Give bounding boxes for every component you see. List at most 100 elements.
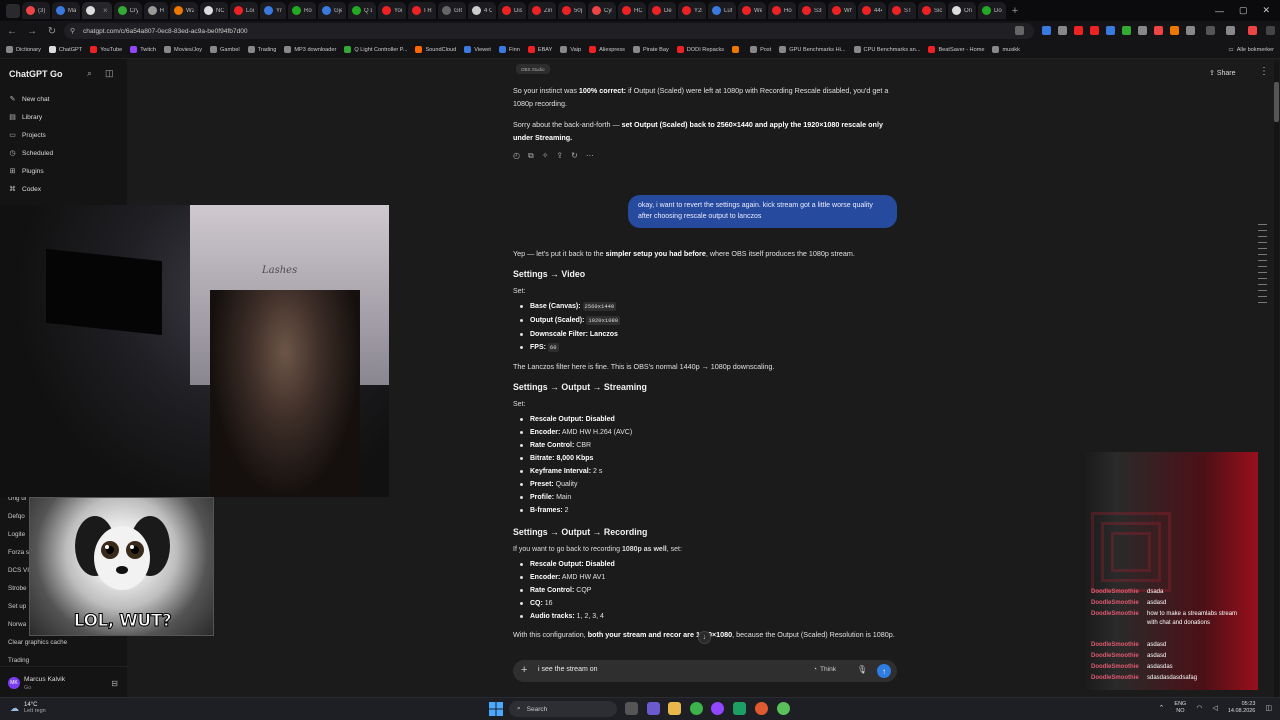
- page-scrollbar[interactable]: [1274, 60, 1279, 700]
- extension-icon[interactable]: [1154, 26, 1163, 35]
- bookmark[interactable]: YouTube: [90, 46, 122, 53]
- extension-icon[interactable]: [1074, 26, 1083, 35]
- back-icon[interactable]: ←: [4, 23, 20, 39]
- extension-icon[interactable]: [1186, 26, 1195, 35]
- recent-chat[interactable]: Clear graphics cache: [8, 639, 67, 646]
- sidebar-item-plugins[interactable]: ⊞ Plugins: [8, 167, 44, 176]
- site-info-icon[interactable]: ⚲: [70, 27, 78, 35]
- share-icon[interactable]: ⇪: [556, 151, 563, 161]
- maximize-icon[interactable]: ▢: [1239, 5, 1248, 16]
- extension-icon[interactable]: [1248, 26, 1257, 35]
- file-explorer-icon[interactable]: [668, 702, 681, 715]
- sidebar-item-projects[interactable]: ▭ Projects: [8, 131, 46, 140]
- extension-icon[interactable]: [1090, 26, 1099, 35]
- sidebar-item-scheduled[interactable]: ◷ Scheduled: [8, 149, 53, 158]
- bookmark[interactable]: EBAY: [527, 46, 552, 53]
- extension-icon[interactable]: [1122, 26, 1131, 35]
- browser-tab[interactable]: Roc: [288, 2, 317, 19]
- profile-icon[interactable]: [1226, 26, 1235, 35]
- start-button[interactable]: [489, 702, 503, 716]
- browser-tab[interactable]: (3) I: [22, 2, 50, 19]
- sidebar-item-library[interactable]: ▤ Library: [8, 113, 42, 122]
- bookmark[interactable]: SoundCloud: [415, 46, 456, 53]
- browser-tab[interactable]: I Re: [408, 2, 437, 19]
- wifi-icon[interactable]: ◠: [1196, 704, 1202, 712]
- puzzle-icon[interactable]: [1206, 26, 1215, 35]
- bookmark[interactable]: Finn: [498, 46, 520, 53]
- browser-tab[interactable]: Onl: [948, 2, 977, 19]
- tray-chevron-icon[interactable]: ⌃: [1159, 704, 1165, 712]
- tab-actions-icon[interactable]: [6, 3, 20, 18]
- bookmark-star-icon[interactable]: [1015, 26, 1024, 35]
- bookmark[interactable]: Gambel: [210, 46, 240, 53]
- think-button[interactable]: ◔ Think: [813, 666, 836, 673]
- bookmark[interactable]: musikk: [992, 46, 1020, 53]
- extension-icon[interactable]: [1138, 26, 1147, 35]
- minimize-icon[interactable]: —: [1215, 6, 1224, 16]
- recent-chat[interactable]: Trading: [8, 657, 29, 664]
- thumbs-icon[interactable]: ✧: [542, 151, 549, 161]
- bookmark[interactable]: Q Light Controller P...: [344, 46, 407, 53]
- chrome-icon[interactable]: [690, 702, 703, 715]
- browser-tab[interactable]: Hou: [768, 2, 797, 19]
- source-chip[interactable]: OBS Studio: [516, 64, 550, 74]
- browser-tab[interactable]: NÖ: [200, 2, 229, 19]
- regenerate-icon[interactable]: ↻: [571, 151, 578, 161]
- volume-icon[interactable]: ◁: [1212, 704, 1217, 712]
- bookmark[interactable]: GPU Benchmarks Hi...: [779, 46, 846, 53]
- bookmark[interactable]: [732, 46, 742, 53]
- recent-chat[interactable]: Strobe: [8, 585, 27, 592]
- recent-chat[interactable]: Forza s: [8, 549, 29, 556]
- browser-tab[interactable]: Y2k: [678, 2, 707, 19]
- copy-icon[interactable]: ⧉: [528, 151, 534, 161]
- browser-tab[interactable]: Dist: [498, 2, 527, 19]
- app-icon[interactable]: [777, 702, 790, 715]
- app-icon[interactable]: [647, 702, 660, 715]
- forward-icon[interactable]: →: [24, 23, 40, 39]
- menu-icon[interactable]: [1266, 26, 1275, 35]
- address-bar[interactable]: ⚲ chatgpt.com/c/6a54a807-0ec8-83ed-ac9a-…: [64, 23, 1034, 39]
- bookmark[interactable]: Dictionary: [6, 46, 41, 53]
- browser-tab[interactable]: 50p: [558, 2, 587, 19]
- close-icon[interactable]: ✕: [1262, 5, 1270, 16]
- reload-icon[interactable]: ↻: [44, 23, 60, 39]
- share-button[interactable]: ⇪ Share: [1209, 69, 1236, 77]
- browser-tab[interactable]: Cry: [113, 2, 142, 19]
- browser-tab[interactable]: Doo: [978, 2, 1007, 19]
- task-view-icon[interactable]: [625, 702, 638, 715]
- extension-icon[interactable]: [1058, 26, 1067, 35]
- bookmark[interactable]: Vaip: [560, 46, 581, 53]
- browser-tab[interactable]: Luft: [708, 2, 737, 19]
- bookmark[interactable]: Aliexpress: [589, 46, 625, 53]
- taskbar-search[interactable]: ⌕ Search: [509, 701, 617, 717]
- bookmark[interactable]: Trading: [247, 46, 276, 53]
- recent-chat[interactable]: Set up: [8, 603, 26, 610]
- scrollbar-thumb[interactable]: [1274, 82, 1279, 122]
- notification-icon[interactable]: ◫: [1265, 704, 1272, 712]
- browser-tab[interactable]: Gje: [318, 2, 347, 19]
- browser-tab[interactable]: Ma: [52, 2, 80, 19]
- recent-chat[interactable]: Logite: [8, 531, 25, 538]
- app-icon[interactable]: [711, 702, 724, 715]
- browser-tab[interactable]: W2: [170, 2, 199, 19]
- microphone-icon[interactable]: 🎙: [857, 665, 867, 674]
- recent-chat[interactable]: Norwa: [8, 621, 26, 628]
- message-input[interactable]: i see the stream on: [538, 666, 598, 673]
- bookmark[interactable]: CPU Benchmarks an...: [853, 46, 920, 53]
- browser-tab[interactable]: Cyb: [588, 2, 617, 19]
- bookmark[interactable]: MP3 downloader: [284, 46, 336, 53]
- browser-tab[interactable]: HCl: [618, 2, 647, 19]
- sidebar-item-codex[interactable]: ⌘ Codex: [8, 185, 41, 194]
- weather-widget[interactable]: ☁ 14°C Lett regn: [10, 702, 46, 714]
- browser-tab[interactable]: 444: [858, 2, 887, 19]
- bookmark[interactable]: ChatGPT: [48, 46, 82, 53]
- bookmark[interactable]: BeatSaver - Home: [928, 46, 984, 53]
- sidebar-toggle-icon[interactable]: ◫: [105, 68, 115, 78]
- invite-icon[interactable]: ⊟: [111, 679, 118, 688]
- account-menu[interactable]: MK Marcus Kalvik Go ⊟: [0, 666, 127, 700]
- browser-tab[interactable]: Wh: [828, 2, 857, 19]
- browser-tab[interactable]: GIC: [438, 2, 467, 19]
- bookmark[interactable]: DODI Repacks: [676, 46, 724, 53]
- all-bookmarks[interactable]: ▭ Alle bokmerker: [1228, 41, 1274, 59]
- brand-title[interactable]: ChatGPT Go: [9, 69, 63, 79]
